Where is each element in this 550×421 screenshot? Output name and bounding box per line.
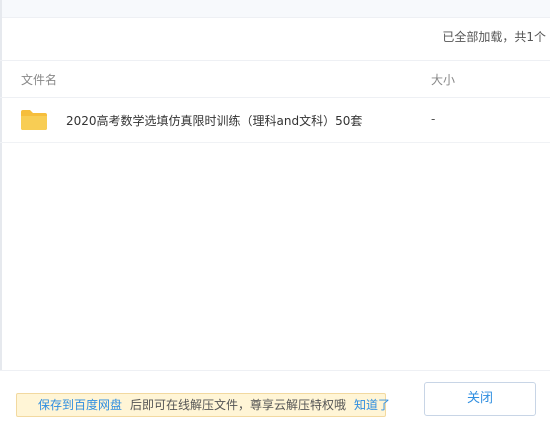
file-size: - [431, 112, 436, 126]
file-list-dialog: 已全部加载，共1个 文件名 大小 2020高考数学选填仿真限时训练（理科and文… [0, 0, 550, 421]
column-header-size: 大小 [431, 73, 456, 87]
column-header-name: 文件名 [21, 73, 58, 87]
got-it-link[interactable]: 知道了 [354, 398, 390, 412]
top-strip [0, 0, 550, 18]
file-name[interactable]: 2020高考数学选填仿真限时训练（理科and文科）50套 [66, 112, 362, 129]
notice-text: 后即可在线解压文件，尊享云解压特权哦 [130, 398, 347, 412]
save-notice-bar: 保存到百度网盘 后即可在线解压文件，尊享云解压特权哦 知道了 [16, 393, 390, 417]
folder-icon [20, 109, 48, 131]
save-to-netdisk-link[interactable]: 保存到百度网盘 [38, 398, 122, 412]
table-header: 文件名 大小 [0, 60, 550, 98]
table-row[interactable]: 2020高考数学选填仿真限时训练（理科and文科）50套 - [0, 97, 550, 143]
close-button[interactable]: 关闭 [424, 382, 536, 416]
load-status-text: 已全部加载，共1个 [442, 30, 546, 44]
